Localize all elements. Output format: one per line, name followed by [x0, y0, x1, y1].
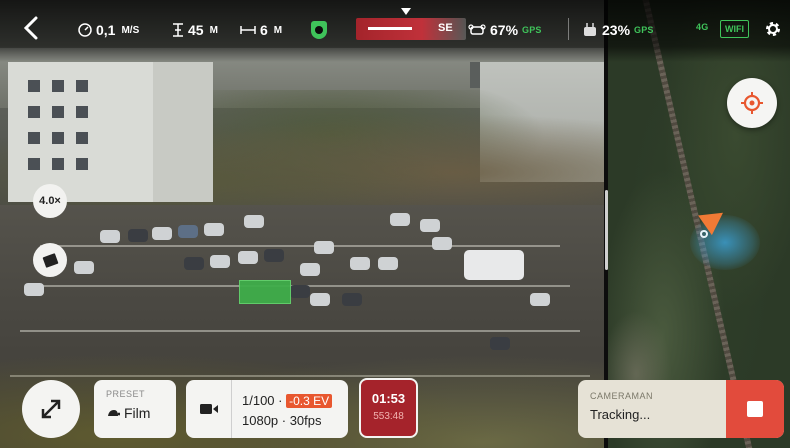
resolution: 1080p · 30fps	[242, 413, 322, 428]
status-bar: 0,1 M/S 45 M 6M SE 67% GPS 23% GPS 4G WI…	[0, 0, 790, 62]
gimbal-icon	[42, 252, 58, 268]
expand-arrows-icon	[41, 399, 61, 419]
preset-button[interactable]: PRESET Film	[94, 380, 176, 438]
wifi-status[interactable]: WIFI	[720, 20, 749, 38]
drone-battery-value: 67%	[490, 22, 519, 38]
compass-bar: SE	[356, 18, 466, 40]
distance-value: 6	[260, 22, 268, 38]
controller-battery-value: 23%	[602, 22, 631, 38]
crosshair-icon	[741, 92, 763, 114]
speed-readout: 0,1 M/S	[78, 22, 139, 38]
remaining-time: 553:48	[373, 411, 404, 422]
compass-pointer-icon	[401, 8, 411, 15]
shutter-speed: 1/100	[242, 393, 275, 408]
video-mode-button[interactable]	[186, 380, 232, 438]
wifi-label: WIFI	[720, 20, 749, 38]
swap-view-button[interactable]	[22, 380, 80, 438]
record-button[interactable]: 01:53 553:48	[359, 378, 418, 438]
drone-attitude-icon	[368, 27, 412, 30]
tracking-target-box[interactable]	[239, 280, 291, 304]
user-location-icon	[700, 230, 708, 238]
distance-unit: M	[273, 24, 283, 36]
exposure-row: 1/100 · -0.3 EV	[242, 391, 333, 411]
network-status: 4G	[696, 22, 708, 32]
preset-label: PRESET	[106, 389, 146, 399]
status-separator	[568, 18, 569, 40]
cameraman-label: CAMERAMAN	[590, 391, 654, 401]
stop-icon	[747, 401, 763, 417]
split-resize-handle[interactable]	[605, 190, 608, 270]
preset-value: Film	[124, 405, 151, 421]
turtle-icon	[108, 410, 120, 416]
drone-gps-label: GPS	[522, 25, 542, 35]
distance-readout: 6M	[240, 22, 282, 38]
camera-settings-button[interactable]: 1/100 · -0.3 EV 1080p · 30fps	[186, 380, 348, 438]
speed-value: 0,1	[96, 22, 116, 38]
cameraman-panel[interactable]: CAMERAMAN Tracking...	[578, 380, 784, 438]
chevron-left-icon	[24, 16, 38, 40]
map-recenter-button[interactable]	[727, 78, 777, 128]
network-label: 4G	[696, 22, 709, 32]
shield-icon	[311, 21, 327, 39]
cameraman-status: Tracking...	[590, 407, 651, 422]
gimbal-button[interactable]	[33, 243, 67, 277]
white-van	[464, 250, 524, 280]
altitude-readout: 45 M	[172, 22, 218, 38]
compass-heading: SE	[438, 22, 453, 34]
altitude-icon	[173, 23, 183, 37]
stop-tracking-button[interactable]	[726, 380, 784, 438]
controller-gps-label: GPS	[634, 25, 654, 35]
altitude-unit: M	[209, 24, 218, 36]
controller-icon	[584, 23, 596, 36]
record-time: 01:53	[371, 391, 406, 406]
preset-value-row: Film	[106, 405, 176, 421]
controller-battery: 23% GPS	[582, 22, 654, 38]
cameraman-text: CAMERAMAN Tracking...	[590, 391, 653, 422]
speedometer-icon	[78, 23, 92, 37]
camera-settings-info: 1/100 · -0.3 EV 1080p · 30fps	[232, 380, 333, 438]
drone-battery: 67% GPS	[468, 22, 542, 38]
video-camera-icon	[199, 404, 218, 414]
settings-button[interactable]	[764, 20, 782, 38]
altitude-value: 45	[188, 22, 204, 38]
geofence-status[interactable]	[311, 21, 327, 39]
speed-unit: M/S	[121, 24, 140, 36]
drone-icon	[468, 24, 486, 35]
apartment-building	[8, 62, 213, 202]
distance-icon	[240, 26, 256, 34]
zoom-button[interactable]: 4.0×	[33, 184, 67, 218]
ev-value: -0.3 EV	[286, 394, 333, 408]
back-button[interactable]	[24, 16, 38, 40]
gear-icon	[766, 22, 780, 36]
